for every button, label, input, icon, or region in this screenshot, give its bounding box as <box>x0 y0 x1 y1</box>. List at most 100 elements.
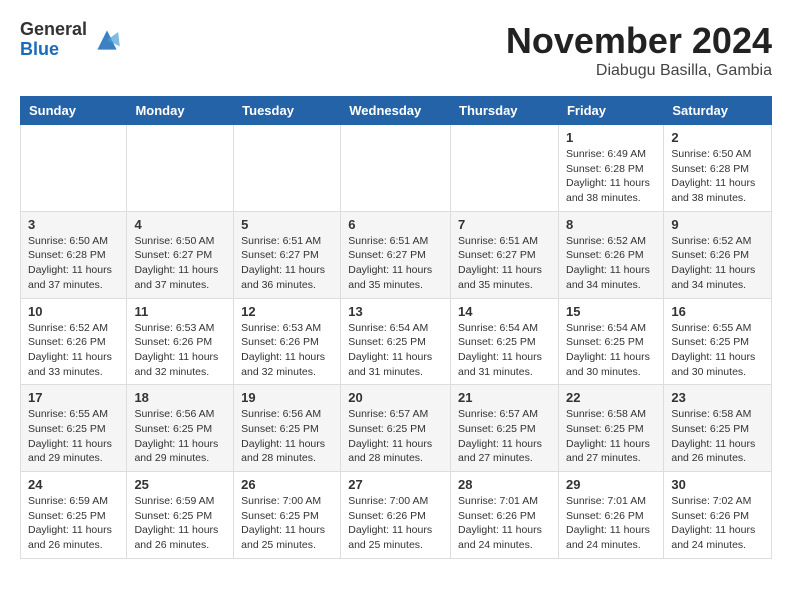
day-number-9: 9 <box>671 217 764 232</box>
day-cell-26: 26 Sunrise: 7:00 AMSunset: 6:25 PMDayligh… <box>234 472 341 559</box>
day-cell-22: 22 Sunrise: 6:58 AMSunset: 6:25 PMDayligh… <box>558 385 663 472</box>
day-info-18: Sunrise: 6:56 AMSunset: 6:25 PMDaylight:… <box>134 407 226 466</box>
logo-blue: Blue <box>20 40 87 60</box>
day-number-21: 21 <box>458 390 551 405</box>
empty-cell <box>234 125 341 212</box>
day-number-10: 10 <box>28 304 119 319</box>
day-info-4: Sunrise: 6:50 AMSunset: 6:27 PMDaylight:… <box>134 234 226 293</box>
calendar-table: SundayMondayTuesdayWednesdayThursdayFrid… <box>20 96 772 559</box>
day-number-7: 7 <box>458 217 551 232</box>
page-header: General Blue November 2024 Diabugu Basil… <box>20 20 772 80</box>
day-number-26: 26 <box>241 477 333 492</box>
day-info-30: Sunrise: 7:02 AMSunset: 6:26 PMDaylight:… <box>671 494 764 553</box>
logo-general: General <box>20 20 87 40</box>
day-cell-6: 6 Sunrise: 6:51 AMSunset: 6:27 PMDaylight… <box>341 211 451 298</box>
location: Diabugu Basilla, Gambia <box>506 62 772 80</box>
day-number-8: 8 <box>566 217 656 232</box>
day-info-25: Sunrise: 6:59 AMSunset: 6:25 PMDaylight:… <box>134 494 226 553</box>
day-cell-13: 13Sunrise: 6:54 AMSunset: 6:25 PMDayligh… <box>341 298 451 385</box>
day-number-17: 17 <box>28 390 119 405</box>
day-cell-4: 4 Sunrise: 6:50 AMSunset: 6:27 PMDaylight… <box>127 211 234 298</box>
header-sunday: Sunday <box>21 97 127 125</box>
day-number-24: 24 <box>28 477 119 492</box>
day-cell-9: 9 Sunrise: 6:52 AMSunset: 6:26 PMDaylight… <box>664 211 772 298</box>
empty-cell <box>21 125 127 212</box>
empty-cell <box>127 125 234 212</box>
day-cell-10: 10 Sunrise: 6:52 AMSunset: 6:26 PMDayligh… <box>21 298 127 385</box>
week-row-5: 24 Sunrise: 6:59 AMSunset: 6:25 PMDayligh… <box>21 472 772 559</box>
day-cell-12: 12 Sunrise: 6:53 AMSunset: 6:26 PMDayligh… <box>234 298 341 385</box>
day-cell-3: 3 Sunrise: 6:50 AMSunset: 6:28 PMDaylight… <box>21 211 127 298</box>
day-cell-15: 15 Sunrise: 6:54 AMSunset: 6:25 PMDayligh… <box>558 298 663 385</box>
day-info-14: Sunrise: 6:54 AMSunset: 6:25 PMDaylight:… <box>458 321 551 380</box>
day-info-9: Sunrise: 6:52 AMSunset: 6:26 PMDaylight:… <box>671 234 764 293</box>
day-info-20: Sunrise: 6:57 AMSunset: 6:25 PMDaylight:… <box>348 407 443 466</box>
day-cell-20: 20Sunrise: 6:57 AMSunset: 6:25 PMDayligh… <box>341 385 451 472</box>
day-cell-1: 1 Sunrise: 6:49 AMSunset: 6:28 PMDaylight… <box>558 125 663 212</box>
day-cell-24: 24 Sunrise: 6:59 AMSunset: 6:25 PMDayligh… <box>21 472 127 559</box>
day-info-11: Sunrise: 6:53 AMSunset: 6:26 PMDaylight:… <box>134 321 226 380</box>
day-info-19: Sunrise: 6:56 AMSunset: 6:25 PMDaylight:… <box>241 407 333 466</box>
day-number-2: 2 <box>671 130 764 145</box>
logo: General Blue <box>20 20 123 60</box>
day-info-16: Sunrise: 6:55 AMSunset: 6:25 PMDaylight:… <box>671 321 764 380</box>
day-info-21: Sunrise: 6:57 AMSunset: 6:25 PMDaylight:… <box>458 407 551 466</box>
day-number-6: 6 <box>348 217 443 232</box>
day-number-19: 19 <box>241 390 333 405</box>
day-number-28: 28 <box>458 477 551 492</box>
day-number-29: 29 <box>566 477 656 492</box>
day-cell-14: 14 Sunrise: 6:54 AMSunset: 6:25 PMDayligh… <box>451 298 559 385</box>
day-info-22: Sunrise: 6:58 AMSunset: 6:25 PMDaylight:… <box>566 407 656 466</box>
day-cell-2: 2Sunrise: 6:50 AMSunset: 6:28 PMDaylight… <box>664 125 772 212</box>
day-info-7: Sunrise: 6:51 AMSunset: 6:27 PMDaylight:… <box>458 234 551 293</box>
day-cell-29: 29Sunrise: 7:01 AMSunset: 6:26 PMDayligh… <box>558 472 663 559</box>
header-saturday: Saturday <box>664 97 772 125</box>
header-monday: Monday <box>127 97 234 125</box>
day-cell-16: 16Sunrise: 6:55 AMSunset: 6:25 PMDayligh… <box>664 298 772 385</box>
day-info-3: Sunrise: 6:50 AMSunset: 6:28 PMDaylight:… <box>28 234 119 293</box>
logo-icon <box>91 24 123 56</box>
day-info-1: Sunrise: 6:49 AMSunset: 6:28 PMDaylight:… <box>566 147 656 206</box>
empty-cell <box>451 125 559 212</box>
day-cell-17: 17 Sunrise: 6:55 AMSunset: 6:25 PMDayligh… <box>21 385 127 472</box>
day-number-23: 23 <box>671 390 764 405</box>
day-number-5: 5 <box>241 217 333 232</box>
day-info-10: Sunrise: 6:52 AMSunset: 6:26 PMDaylight:… <box>28 321 119 380</box>
day-cell-19: 19 Sunrise: 6:56 AMSunset: 6:25 PMDayligh… <box>234 385 341 472</box>
day-cell-5: 5 Sunrise: 6:51 AMSunset: 6:27 PMDaylight… <box>234 211 341 298</box>
day-number-1: 1 <box>566 130 656 145</box>
day-info-15: Sunrise: 6:54 AMSunset: 6:25 PMDaylight:… <box>566 321 656 380</box>
day-cell-25: 25 Sunrise: 6:59 AMSunset: 6:25 PMDayligh… <box>127 472 234 559</box>
day-cell-8: 8 Sunrise: 6:52 AMSunset: 6:26 PMDaylight… <box>558 211 663 298</box>
day-number-22: 22 <box>566 390 656 405</box>
day-info-17: Sunrise: 6:55 AMSunset: 6:25 PMDaylight:… <box>28 407 119 466</box>
day-info-8: Sunrise: 6:52 AMSunset: 6:26 PMDaylight:… <box>566 234 656 293</box>
day-number-12: 12 <box>241 304 333 319</box>
day-cell-30: 30Sunrise: 7:02 AMSunset: 6:26 PMDayligh… <box>664 472 772 559</box>
day-number-14: 14 <box>458 304 551 319</box>
day-number-25: 25 <box>134 477 226 492</box>
day-cell-11: 11Sunrise: 6:53 AMSunset: 6:26 PMDayligh… <box>127 298 234 385</box>
header-wednesday: Wednesday <box>341 97 451 125</box>
day-number-3: 3 <box>28 217 119 232</box>
day-cell-7: 7 Sunrise: 6:51 AMSunset: 6:27 PMDaylight… <box>451 211 559 298</box>
day-info-13: Sunrise: 6:54 AMSunset: 6:25 PMDaylight:… <box>348 321 443 380</box>
week-row-2: 3 Sunrise: 6:50 AMSunset: 6:28 PMDaylight… <box>21 211 772 298</box>
day-number-15: 15 <box>566 304 656 319</box>
day-info-23: Sunrise: 6:58 AMSunset: 6:25 PMDaylight:… <box>671 407 764 466</box>
week-row-4: 17 Sunrise: 6:55 AMSunset: 6:25 PMDayligh… <box>21 385 772 472</box>
day-number-4: 4 <box>134 217 226 232</box>
day-number-18: 18 <box>134 390 226 405</box>
header-friday: Friday <box>558 97 663 125</box>
day-info-5: Sunrise: 6:51 AMSunset: 6:27 PMDaylight:… <box>241 234 333 293</box>
day-info-6: Sunrise: 6:51 AMSunset: 6:27 PMDaylight:… <box>348 234 443 293</box>
day-info-26: Sunrise: 7:00 AMSunset: 6:25 PMDaylight:… <box>241 494 333 553</box>
day-info-12: Sunrise: 6:53 AMSunset: 6:26 PMDaylight:… <box>241 321 333 380</box>
day-cell-23: 23 Sunrise: 6:58 AMSunset: 6:25 PMDayligh… <box>664 385 772 472</box>
day-info-24: Sunrise: 6:59 AMSunset: 6:25 PMDaylight:… <box>28 494 119 553</box>
empty-cell <box>341 125 451 212</box>
month-title: November 2024 <box>506 20 772 62</box>
weekday-header-row: SundayMondayTuesdayWednesdayThursdayFrid… <box>21 97 772 125</box>
day-number-27: 27 <box>348 477 443 492</box>
header-thursday: Thursday <box>451 97 559 125</box>
